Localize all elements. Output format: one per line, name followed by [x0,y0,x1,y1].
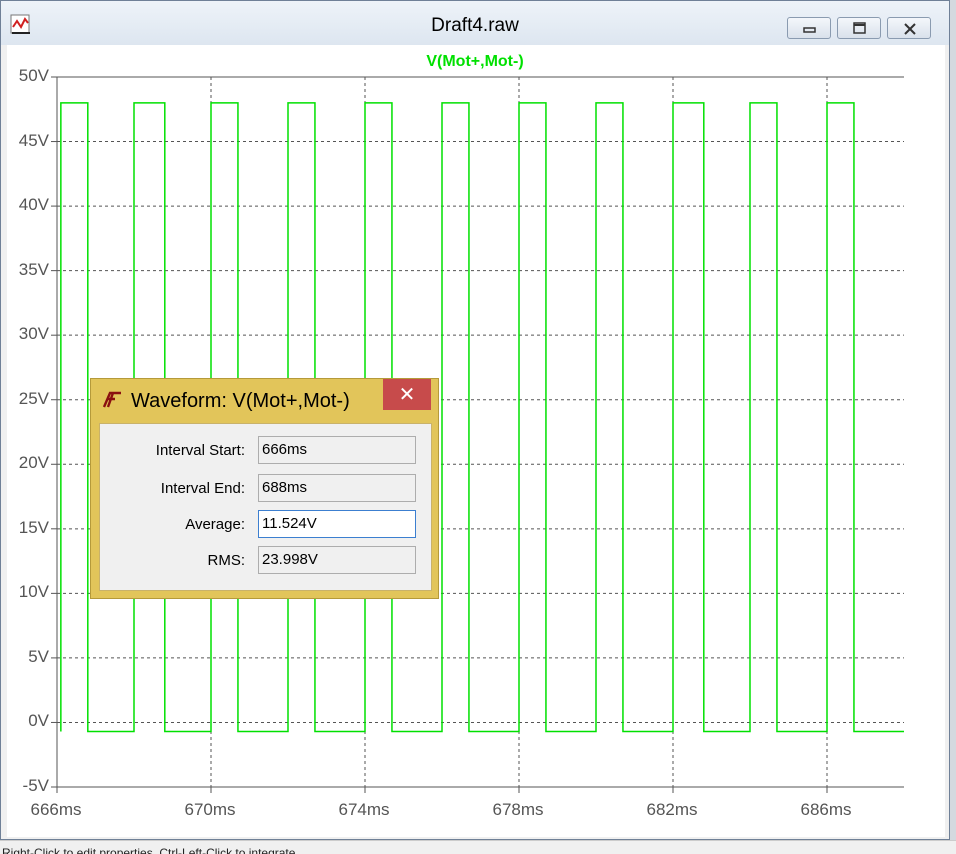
interval-start-label: Interval Start: [155,442,245,459]
y-tick-label[interactable]: -5V [4,776,49,796]
dialog-body: Interval Start: 666ms Interval End: 688m… [99,423,432,591]
waveform-dialog[interactable]: Waveform: V(Mot+,Mot-) ✕ Interval Start:… [90,378,439,599]
interval-start-field[interactable]: 666ms [258,436,416,464]
x-tick-label[interactable]: 682ms [627,800,717,820]
x-tick-label[interactable]: 666ms [11,800,101,820]
y-tick-label[interactable]: 15V [4,518,49,538]
maximize-button[interactable] [837,17,881,39]
title-bar[interactable]: Draft4.raw [1,1,949,45]
status-bar: Right-Click to edit properties, Ctrl-Lef… [0,840,956,854]
interval-end-field[interactable]: 688ms [258,474,416,502]
minimize-icon [803,27,816,33]
x-tick-label[interactable]: 686ms [781,800,871,820]
trace-label[interactable]: V(Mot+,Mot-) [0,53,950,71]
rms-field[interactable]: 23.998V [258,546,416,574]
y-tick-label[interactable]: 20V [4,453,49,473]
x-tick-label[interactable]: 678ms [473,800,563,820]
y-tick-label[interactable]: 30V [4,324,49,344]
interval-end-label: Interval End: [160,480,245,497]
y-tick-label[interactable]: 35V [4,260,49,280]
close-button[interactable] [887,17,931,39]
x-tick-label[interactable]: 674ms [319,800,409,820]
y-tick-label[interactable]: 0V [4,711,49,731]
y-tick-label[interactable]: 50V [4,66,49,86]
window-border [950,0,956,840]
average-label: Average: [185,516,245,533]
x-tick-label[interactable]: 670ms [165,800,255,820]
y-tick-label[interactable]: 40V [4,195,49,215]
dialog-title: Waveform: V(Mot+,Mot-) [131,390,350,412]
minimize-button[interactable] [787,17,831,39]
dialog-close-button[interactable]: ✕ [383,379,431,410]
y-tick-label[interactable]: 5V [4,647,49,667]
y-tick-label[interactable]: 45V [4,131,49,151]
rms-label: RMS: [207,552,246,569]
y-tick-label[interactable]: 10V [4,582,49,602]
close-icon: ✕ [398,382,416,406]
average-field[interactable]: 11.524V [258,510,416,538]
ltspice-icon [102,391,121,408]
y-tick-label[interactable]: 25V [4,389,49,409]
maximize-icon [853,22,866,34]
close-icon [904,23,916,35]
